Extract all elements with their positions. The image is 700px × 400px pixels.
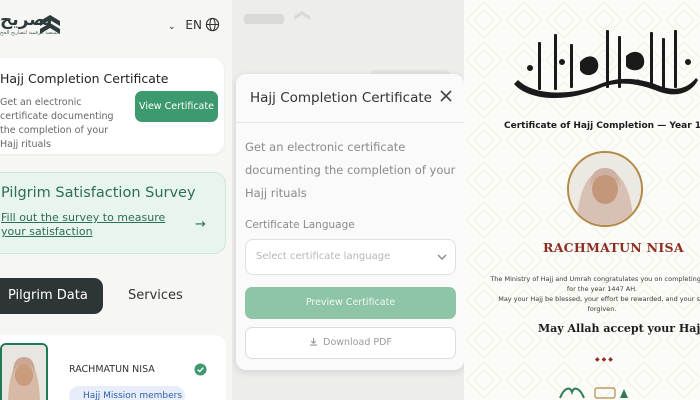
certificate-body: The Ministry of Hajj and Umrah congratul… <box>484 274 700 314</box>
logo-icon <box>40 15 60 34</box>
certificate-body-line: forgiven. <box>587 305 617 313</box>
select-placeholder: Select certificate language <box>256 251 391 262</box>
certificate-language-label: Certificate Language <box>245 219 355 231</box>
certificate-card-title: Hajj Completion Certificate <box>0 71 169 86</box>
download-icon <box>310 337 318 346</box>
ministry-logo-icon <box>559 387 585 399</box>
language-switcher[interactable]: ⌄ EN <box>168 18 202 32</box>
preview-certificate-button[interactable]: Preview Certificate <box>245 287 456 319</box>
survey-card[interactable]: Pilgrim Satisfaction Survey Fill out the… <box>0 172 226 254</box>
pilgrim-photo <box>0 343 48 400</box>
arrow-right-icon[interactable]: → <box>195 217 206 232</box>
ministry-emblem-icon <box>594 387 628 399</box>
ornament-divider: ◆◆◆ <box>595 356 615 363</box>
screenshot-collage: تصريح المنصة الرقمية لتصاريح الحج ⌄ EN H… <box>0 0 700 400</box>
avatar <box>2 345 46 400</box>
arabic-calligraphy-verse <box>514 30 698 99</box>
chevron-down-icon <box>437 254 447 260</box>
certificate-card-description: Get an electronic certificate documentin… <box>0 97 114 150</box>
survey-link[interactable]: Fill out the survey to measure your sati… <box>1 211 171 239</box>
pilgrim-card[interactable]: RACHMATUN NISA Hajj Mission members <box>0 335 226 400</box>
pilgrim-name: RACHMATUN NISA <box>69 364 155 375</box>
globe-icon[interactable] <box>205 17 220 32</box>
tab-pilgrim-data[interactable]: Pilgrim Data <box>0 278 103 314</box>
certificate-pilgrim-name: RACHMATUN NISA <box>543 240 684 255</box>
tab-services[interactable]: Services <box>128 278 183 314</box>
survey-card-title: Pilgrim Satisfaction Survey <box>1 185 196 201</box>
chevron-down-icon: ⌄ <box>168 22 176 32</box>
pilgrim-category-badge: Hajj Mission members <box>69 386 185 400</box>
app-header: تصريح المنصة الرقمية لتصاريح الحج ⌄ EN <box>0 0 232 56</box>
certificate-document: Certificate of Hajj Completion — Year 14… <box>464 0 700 400</box>
certificate-card: Hajj Completion Certificate Get an elect… <box>0 58 224 154</box>
certificate-dialog: Hajj Completion Certificate Get an elect… <box>236 74 464 370</box>
language-code: EN <box>185 18 202 32</box>
view-certificate-button[interactable]: View Certificate <box>135 91 218 122</box>
pilgrim-app-panel: تصريح المنصة الرقمية لتصاريح الحج ⌄ EN H… <box>0 0 232 400</box>
certificate-blessing: May Allah accept your Hajj. <box>538 322 700 335</box>
certificate-body-line: May your Hajj be blessed, your effort be… <box>498 295 700 303</box>
dialog-description: Get an electronic certificate documentin… <box>245 140 456 200</box>
dialog-divider <box>236 122 464 123</box>
check-circle-icon <box>194 363 207 376</box>
pilgrim-tabs: Pilgrim Data Services <box>0 278 228 314</box>
certificate-language-select[interactable]: Select certificate language <box>245 239 456 275</box>
download-pdf-label: Download PDF <box>323 337 392 348</box>
certificate-heading: Certificate of Hajj Completion — Year 14… <box>504 121 700 131</box>
close-icon[interactable] <box>438 88 454 104</box>
certificate-body-line: for the year 1447 AH. <box>566 285 638 293</box>
certificate-portrait <box>567 151 643 227</box>
avatar <box>569 153 641 225</box>
background-logo-icon <box>244 11 310 24</box>
download-pdf-button[interactable]: Download PDF <box>245 327 456 359</box>
certificate-body-line: The Ministry of Hajj and Umrah congratul… <box>490 275 700 283</box>
dialog-title: Hajj Completion Certificate <box>250 90 432 106</box>
certificate-modal-panel: Hajj Completion Certificate Get an elect… <box>232 0 464 400</box>
